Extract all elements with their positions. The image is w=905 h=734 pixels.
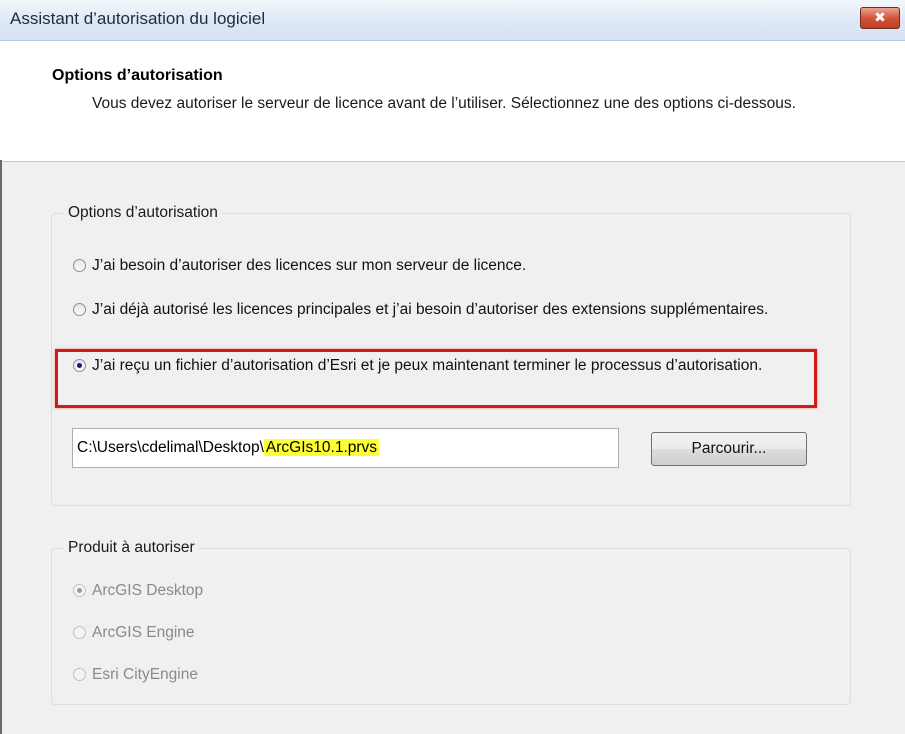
title-bar[interactable]: Assistant d’autorisation du logiciel ✖ (0, 0, 905, 41)
auth-option-1[interactable]: J’ai besoin d’autoriser des licences sur… (73, 256, 813, 276)
authorization-wizard-window: Assistant d’autorisation du logiciel ✖ O… (0, 0, 905, 734)
file-path-prefix: C:\Users\cdelimal\Desktop\ (77, 439, 264, 456)
product-option-label: ArcGIS Desktop (92, 582, 204, 599)
authorization-file-path-input[interactable]: C:\Users\cdelimal\Desktop\ ArcGIs10.1.prv… (72, 428, 619, 468)
product-option-esri-cityengine[interactable]: Esri CityEngine (73, 665, 198, 685)
auth-option-1-label: J’ai besoin d’autoriser des licences sur… (92, 257, 527, 274)
radio-button[interactable] (73, 668, 86, 681)
close-button[interactable]: ✖ (860, 7, 900, 29)
browse-button[interactable]: Parcourir... (651, 432, 807, 466)
product-option-arcgis-engine[interactable]: ArcGIS Engine (73, 623, 195, 643)
close-icon: ✖ (874, 10, 886, 26)
auth-option-2-label: J’ai déjà autorisé les licences principa… (92, 301, 769, 318)
window-title: Assistant d’autorisation du logiciel (10, 9, 266, 28)
page-title: Options d’autorisation (52, 67, 223, 84)
page-description: Vous devez autoriser le serveur de licen… (92, 95, 796, 112)
product-option-label: ArcGIS Engine (92, 624, 195, 641)
radio-button[interactable] (73, 303, 86, 316)
product-legend: Produit à autoriser (64, 539, 199, 557)
window-left-border (0, 160, 2, 734)
radio-button[interactable] (73, 259, 86, 272)
radio-button[interactable] (73, 626, 86, 639)
wizard-header: Options d’autorisation Vous devez autori… (0, 41, 905, 162)
auth-option-2[interactable]: J’ai déjà autorisé les licences principa… (73, 300, 813, 320)
selected-option-highlight (55, 349, 817, 408)
auth-options-legend: Options d’autorisation (64, 204, 222, 222)
radio-button-selected[interactable] (73, 584, 86, 597)
file-name-highlighted: ArcGIs10.1.prvs (263, 439, 380, 456)
product-option-arcgis-desktop[interactable]: ArcGIS Desktop (73, 581, 203, 601)
product-option-label: Esri CityEngine (92, 666, 198, 683)
